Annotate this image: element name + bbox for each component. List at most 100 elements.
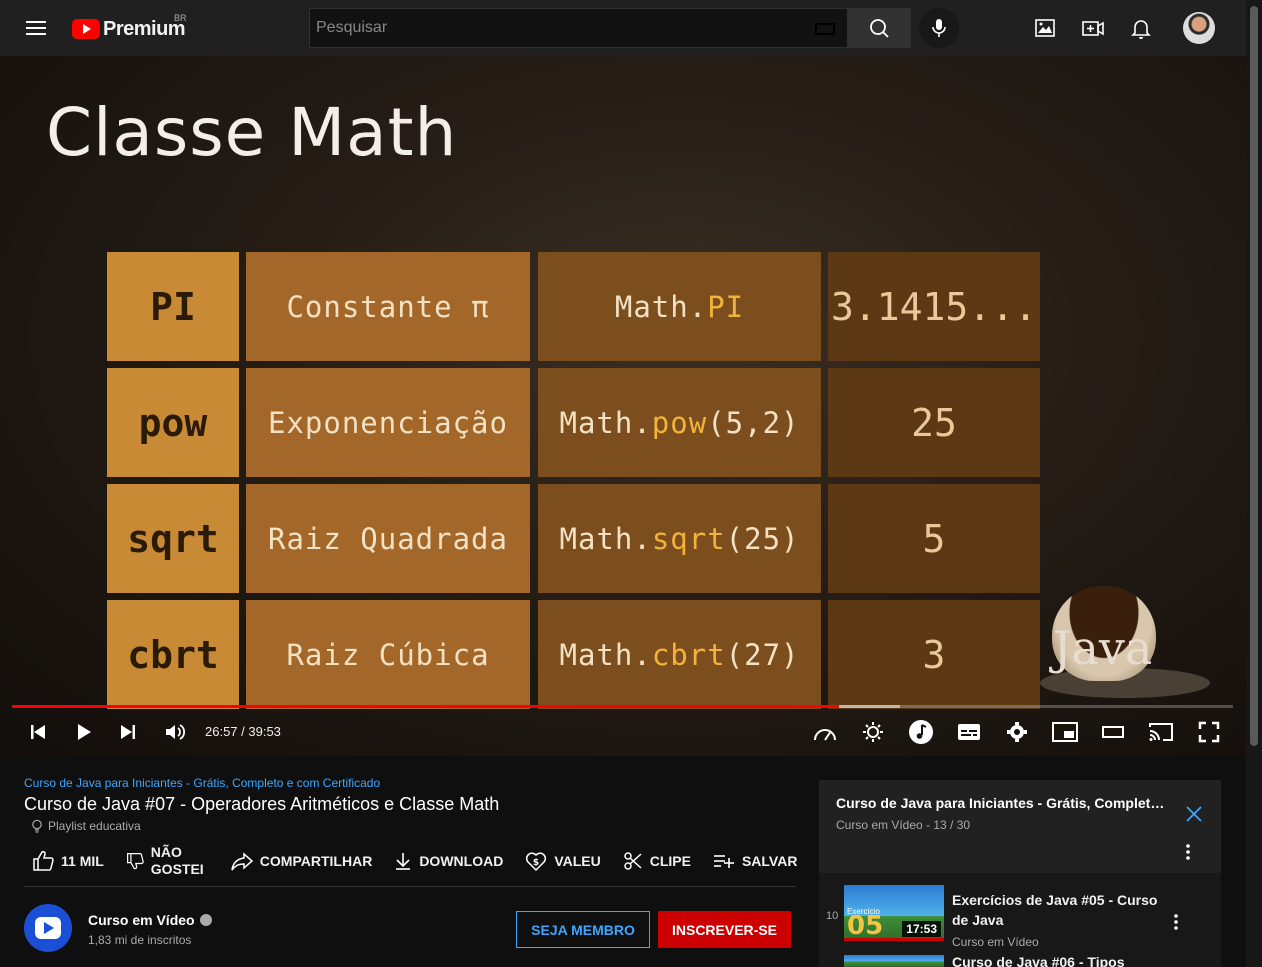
playlist-item-channel: Curso em Vídeo (952, 935, 1039, 949)
volume-button[interactable] (162, 718, 188, 746)
row-pi-name: PI (107, 252, 239, 361)
playlist-item[interactable]: Curso de Java #06 - Tipos (819, 955, 1221, 967)
code-prefix: Math. (559, 405, 652, 440)
progress-bar[interactable] (12, 705, 1233, 708)
page-scrollbar[interactable] (1246, 0, 1262, 967)
create-post-icon[interactable] (1033, 16, 1057, 40)
time-display: 26:57 / 39:53 (205, 724, 281, 739)
close-icon (1186, 806, 1202, 822)
speedometer-icon (814, 729, 836, 741)
cast-button[interactable] (1147, 718, 1175, 746)
keyboard-icon[interactable] (815, 23, 835, 35)
download-button[interactable]: DOWNLOAD (394, 851, 503, 871)
dislike-button[interactable]: NÃO GOSTEI (126, 844, 209, 878)
thanks-button[interactable]: $ VALEU (525, 850, 601, 872)
fullscreen-button[interactable] (1196, 718, 1222, 746)
subtitles-icon (958, 724, 980, 740)
item-menu-button[interactable] (1173, 913, 1179, 936)
notifications-bell-icon[interactable] (1129, 16, 1153, 40)
row-pi-result: 3.1415... (828, 252, 1040, 361)
playback-speed-button[interactable] (811, 718, 839, 746)
channel-name-row[interactable]: Curso em Vídeo (88, 912, 212, 928)
playlist-panel: Curso de Java para Iniciantes - Grátis, … (819, 780, 1221, 967)
code-keyword: PI (707, 289, 745, 324)
enhancer-button[interactable] (860, 718, 886, 746)
like-button[interactable]: 11 MIL (32, 850, 104, 872)
playlist-item[interactable]: 10 Exercício 05 17:53 Exercícios de Java… (819, 885, 1221, 951)
like-count: 11 MIL (61, 853, 104, 869)
thumbs-down-icon (126, 853, 144, 870)
row-cbrt-description: Raiz Cúbica (246, 600, 530, 709)
save-label: SALVAR (741, 853, 798, 869)
thumbnail-number: 05 (847, 911, 884, 941)
channel-name: Curso em Vídeo (88, 912, 195, 928)
subscribe-button[interactable]: INSCREVER-SE (658, 911, 791, 948)
previous-button[interactable] (26, 718, 50, 746)
video-duration: 17:53 (902, 921, 941, 937)
menu-icon[interactable] (24, 18, 48, 38)
search-input[interactable] (310, 9, 847, 47)
playlist-title[interactable]: Curso de Java para Iniciantes - Grátis, … (836, 795, 1166, 811)
playlist-item-title: Curso de Java #06 - Tipos (952, 955, 1125, 967)
java-logo-text: Java (1053, 621, 1153, 675)
cast-icon (1149, 723, 1173, 741)
progress-played (12, 705, 839, 708)
miniplayer-icon (1052, 722, 1078, 742)
slide-title: Classe Math (46, 94, 458, 171)
close-playlist-button[interactable] (1184, 804, 1204, 829)
download-label: DOWNLOAD (419, 853, 504, 869)
music-note-icon (909, 720, 933, 744)
voice-search-button[interactable] (919, 8, 959, 48)
clip-label: CLIPE (649, 853, 691, 869)
row-sqrt-result: 5 (828, 484, 1040, 593)
play-button[interactable] (72, 718, 96, 746)
page: Premium BR Classe Math PI Constante π M (0, 0, 1262, 967)
next-icon (121, 725, 135, 739)
channel-avatar[interactable] (24, 904, 72, 952)
playlist-item-title: Exercícios de Java #05 - Curso de Java (952, 892, 1158, 928)
subtitles-button[interactable] (956, 718, 982, 746)
save-button[interactable]: SALVAR (713, 852, 797, 870)
search-icon (870, 19, 889, 38)
youtube-premium-logo[interactable]: Premium (72, 17, 186, 41)
row-pi-description: Constante π (246, 252, 530, 361)
code-keyword: cbrt (651, 637, 726, 672)
dislike-label: NÃO GOSTEI (150, 844, 204, 877)
video-player[interactable]: Classe Math PI Constante π Math. PI 3.141… (0, 56, 1246, 756)
code-keyword: pow (651, 405, 708, 440)
badge-label: Playlist educativa (48, 819, 141, 833)
playlist-menu-button[interactable] (1185, 843, 1191, 866)
music-button[interactable] (907, 718, 935, 746)
playlist-link[interactable]: Curso de Java para Iniciantes - Grátis, … (24, 776, 380, 790)
miniplayer-button[interactable] (1052, 718, 1078, 746)
create-video-icon[interactable] (1081, 16, 1105, 40)
share-label: COMPARTILHAR (259, 853, 373, 869)
video-thumbnail: Exercício 05 17:53 (844, 885, 944, 941)
youtube-play-icon (72, 19, 100, 39)
next-button[interactable] (116, 718, 140, 746)
join-button[interactable]: SEJA MEMBRO (516, 911, 650, 948)
gear-icon (1007, 722, 1027, 742)
scrollbar-thumb[interactable] (1250, 6, 1258, 746)
download-icon (396, 853, 411, 870)
search-button[interactable] (847, 8, 911, 48)
share-icon (231, 852, 253, 871)
heart-dollar-icon: $ (526, 852, 547, 872)
play-icon (78, 724, 91, 740)
code-suffix: (27) (725, 637, 800, 672)
playlist-subtitle: Curso em Vídeo - 13 / 30 (836, 818, 971, 832)
row-pow-name: pow (107, 368, 239, 477)
microphone-icon (932, 19, 946, 37)
thumbs-up-icon (33, 850, 54, 871)
svg-text:$: $ (533, 858, 539, 868)
code-suffix: (25) (725, 521, 800, 556)
share-button[interactable]: COMPARTILHAR (231, 851, 373, 871)
thanks-label: VALEU (554, 853, 601, 869)
educational-badge[interactable]: Playlist educativa (30, 819, 141, 833)
user-avatar[interactable] (1183, 12, 1215, 44)
settings-button[interactable] (1004, 718, 1030, 746)
video-thumbnail (844, 955, 944, 967)
theater-mode-button[interactable] (1100, 718, 1126, 746)
clip-button[interactable]: CLIPE (623, 851, 691, 871)
fullscreen-icon (1198, 721, 1220, 743)
